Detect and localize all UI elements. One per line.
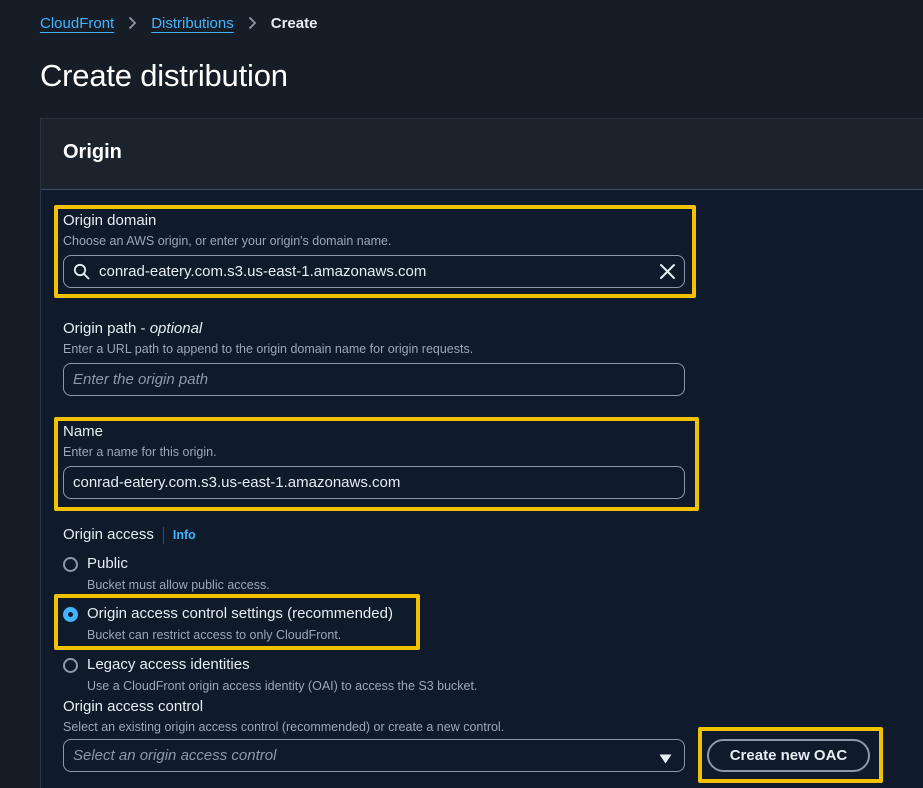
origin-panel: Origin Origin domain Choose an AWS origi… (40, 118, 923, 788)
chevron-right-icon (248, 16, 257, 30)
radio-description: Bucket can restrict access to only Cloud… (87, 628, 342, 642)
radio-description: Bucket must allow public access. (87, 578, 270, 592)
breadcrumb-current: Create (270, 14, 318, 32)
origin-path-input[interactable]: Enter the origin path (63, 363, 685, 396)
origin-access-control-hint: Select an existing origin access control… (63, 720, 505, 734)
radio-text: Origin access control settings (recommen… (87, 605, 393, 642)
breadcrumb-link-distributions[interactable]: Distributions (151, 15, 234, 32)
origin-access-control-label: Origin access control (63, 698, 204, 715)
origin-access-label-text: Origin access (63, 526, 154, 543)
chevron-right-icon (128, 16, 137, 30)
origin-domain-input[interactable]: conrad-eatery.com.s3.us-east-1.amazonaws… (63, 255, 685, 288)
origin-access-label: Origin access Info (63, 526, 196, 544)
origin-domain-label: Origin domain (63, 212, 157, 229)
page-title: Create distribution (40, 58, 288, 93)
origin-path-placeholder: Enter the origin path (73, 371, 209, 388)
name-hint: Enter a name for this origin. (63, 445, 217, 459)
origin-access-control-placeholder: Select an origin access control (73, 747, 277, 764)
name-input[interactable]: conrad-eatery.com.s3.us-east-1.amazonaws… (63, 466, 685, 499)
radio-button-selected[interactable] (63, 607, 78, 622)
radio-text: Public Bucket must allow public access. (87, 555, 270, 592)
radio-option-oac[interactable]: Origin access control settings (recommen… (63, 605, 393, 642)
radio-label: Legacy access identities (87, 656, 250, 673)
close-icon[interactable] (659, 263, 676, 280)
origin-path-label-text: Origin path (63, 320, 137, 337)
radio-button[interactable] (63, 557, 78, 572)
radio-label: Origin access control settings (recommen… (87, 605, 393, 622)
radio-label: Public (87, 555, 128, 572)
origin-domain-value: conrad-eatery.com.s3.us-east-1.amazonaws… (99, 263, 427, 280)
create-new-oac-button[interactable]: Create new OAC (707, 739, 870, 772)
panel-title: Origin (63, 141, 122, 163)
radio-text: Legacy access identities Use a CloudFron… (87, 656, 477, 693)
radio-option-legacy[interactable]: Legacy access identities Use a CloudFron… (63, 656, 477, 693)
radio-button[interactable] (63, 658, 78, 673)
search-icon (73, 263, 90, 280)
origin-access-control-select[interactable]: Select an origin access control (63, 739, 685, 772)
radio-description: Use a CloudFront origin access identity … (87, 679, 478, 693)
info-link[interactable]: Info (173, 528, 196, 542)
panel-body: Origin domain Choose an AWS origin, or e… (41, 191, 923, 788)
divider (162, 526, 164, 544)
origin-path-optional: optional (149, 320, 203, 337)
panel-header (41, 119, 923, 190)
radio-option-public[interactable]: Public Bucket must allow public access. (63, 555, 270, 592)
caret-down-icon (659, 751, 672, 769)
breadcrumb: CloudFront Distributions Create (40, 13, 317, 33)
origin-path-label: Origin path - optional (63, 320, 203, 337)
name-label: Name (63, 423, 104, 440)
origin-domain-hint: Choose an AWS origin, or enter your orig… (63, 234, 392, 248)
origin-path-hint: Enter a URL path to append to the origin… (63, 342, 474, 356)
name-value: conrad-eatery.com.s3.us-east-1.amazonaws… (73, 474, 401, 491)
breadcrumb-link-cloudfront[interactable]: CloudFront (40, 15, 114, 32)
